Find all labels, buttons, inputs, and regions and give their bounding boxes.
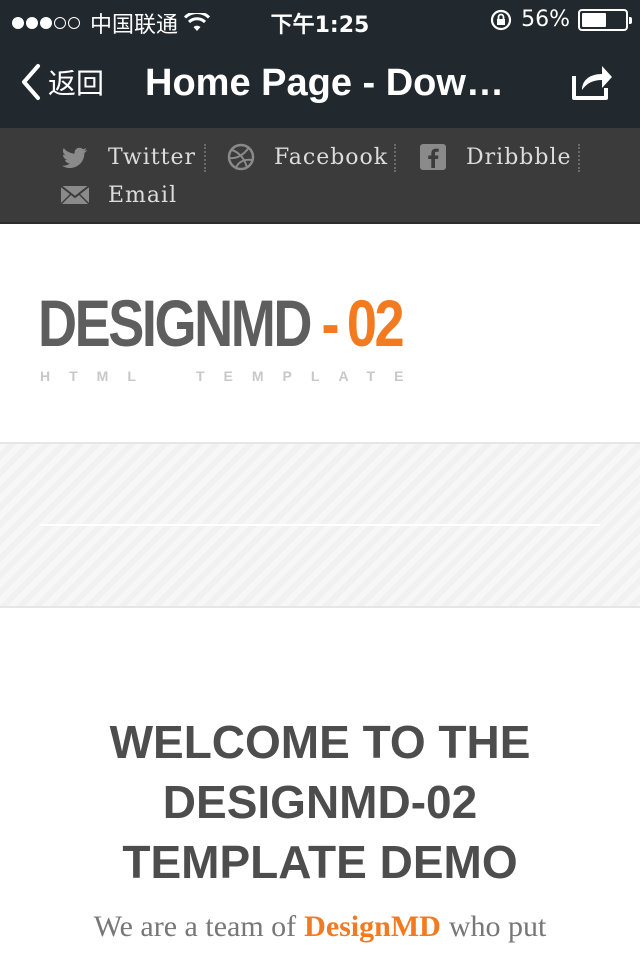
chevron-left-icon	[22, 64, 40, 100]
social-label-twitter: Twitter	[108, 144, 196, 170]
dribbble-ball-icon	[227, 143, 255, 171]
page-title: Home Page - Dow…	[145, 62, 504, 104]
logo-brand: DESIGNMD	[38, 286, 312, 360]
social-label-email: Email	[108, 182, 178, 208]
welcome-line-3: TEMPLATE DEMO	[122, 836, 518, 888]
rotation-lock-icon	[490, 9, 512, 30]
back-button[interactable]: 返回	[20, 62, 104, 102]
site-logo[interactable]: DESIGNMD -02	[38, 286, 405, 360]
divider	[578, 144, 580, 172]
battery-fill	[582, 12, 606, 27]
social-label-dribbble: Dribbble	[466, 144, 572, 170]
banner-rule	[40, 524, 600, 526]
welcome-line-2: DESIGNMD-02	[162, 776, 478, 828]
divider	[394, 144, 396, 172]
logo-area: DESIGNMD -02 HTML TEMPLATE	[0, 226, 640, 442]
intro-text-after: who put	[448, 910, 547, 943]
social-link-email[interactable]: Email	[60, 180, 177, 210]
divider	[204, 144, 206, 172]
logo-tagline-template: TEMPLATE	[196, 368, 423, 384]
intro-paragraph: We are a team of DesignMD who put	[20, 910, 620, 944]
social-link-twitter[interactable]: Twitter	[60, 142, 196, 172]
logo-tagline-html: HTML	[40, 368, 155, 384]
envelope-icon	[60, 185, 90, 205]
back-label: 返回	[48, 67, 105, 100]
status-bar: 中国联通 下午1:25 56%	[0, 0, 640, 40]
facebook-f-icon	[420, 144, 446, 170]
striped-banner	[0, 442, 640, 608]
social-link-facebook[interactable]: Facebook	[226, 142, 388, 172]
status-right: 56%	[489, 7, 632, 32]
intro-text-before: We are a team of	[93, 910, 297, 943]
logo-number: 02	[346, 286, 405, 360]
logo-dash: -	[321, 286, 339, 360]
social-label-facebook: Facebook	[274, 144, 389, 170]
social-bar: Twitter Facebook Dribbble Email	[0, 128, 640, 224]
intro-highlight-link[interactable]: DesignMD	[304, 910, 441, 943]
battery-icon	[578, 8, 632, 31]
welcome-heading: WELCOME TO THE DESIGNMD-02 TEMPLATE DEMO	[40, 712, 600, 892]
welcome-line-1: WELCOME TO THE	[109, 716, 531, 768]
twitter-bird-icon	[62, 147, 87, 169]
share-button[interactable]	[570, 62, 614, 107]
social-link-dribbble[interactable]: Dribbble	[418, 142, 572, 172]
nav-bar: 返回 Home Page - Dow…	[0, 40, 640, 128]
share-icon	[572, 66, 612, 100]
battery-percent: 56%	[521, 7, 570, 32]
